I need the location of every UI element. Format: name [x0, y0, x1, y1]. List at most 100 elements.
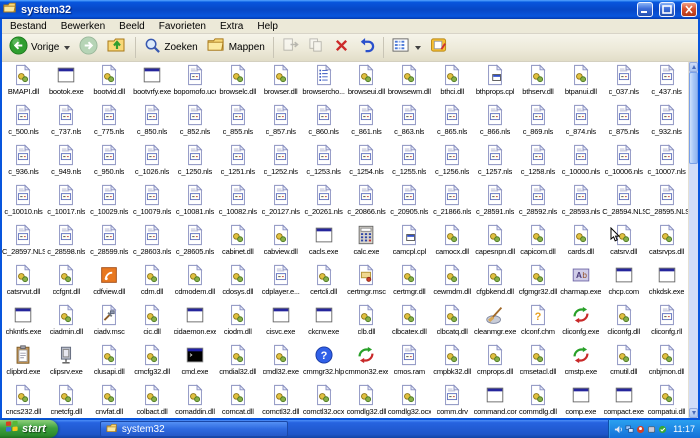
file-item[interactable]: c_1254.nls — [345, 142, 388, 182]
file-item[interactable]: cncs232.dll — [2, 382, 45, 418]
file-item[interactable]: camocx.dll — [431, 222, 474, 262]
file-item[interactable]: colbact.dll — [131, 382, 174, 418]
file-item[interactable]: calc.exe — [345, 222, 388, 262]
file-item[interactable]: c_20261.nls — [302, 182, 345, 222]
file-item[interactable]: comctl32.dll — [259, 382, 302, 418]
file-item[interactable]: bopomofo.uce — [174, 62, 216, 102]
file-item[interactable]: cdmodem.dll — [174, 262, 217, 302]
file-item[interactable]: cacls.exe — [302, 222, 345, 262]
file-item[interactable]: cisvc.exe — [259, 302, 302, 342]
file-item[interactable]: c_1258.nls — [517, 142, 560, 182]
file-item[interactable]: catsrvut.dll — [2, 262, 45, 302]
file-item[interactable]: chkntfs.exe — [2, 302, 45, 342]
file-item[interactable]: cidaemon.exe — [174, 302, 216, 342]
vertical-scrollbar[interactable] — [688, 62, 698, 418]
file-item[interactable]: bootok.exe — [45, 62, 88, 102]
delete-button[interactable] — [330, 36, 353, 60]
file-item[interactable]: cfgbkend.dll — [474, 262, 517, 302]
file-item[interactable]: cliconfg.rll — [645, 302, 688, 342]
file-item[interactable]: chcp.com — [602, 262, 645, 302]
folder-sync-button[interactable] — [426, 36, 452, 60]
file-item[interactable]: c_10000.nls — [559, 142, 602, 182]
file-item[interactable]: ciadv.msc — [88, 302, 131, 342]
file-item[interactable]: chkdsk.exe — [645, 262, 688, 302]
scroll-down-arrow[interactable] — [689, 408, 698, 418]
tray-update-shield-icon[interactable] — [658, 425, 667, 434]
tray-volume-icon[interactable] — [614, 425, 623, 434]
file-item[interactable]: catsrvps.dll — [645, 222, 688, 262]
search-button[interactable]: Zoeken — [140, 36, 201, 60]
file-item[interactable]: browselc.dll — [216, 62, 259, 102]
file-item[interactable]: ccfgnt.dll — [45, 262, 88, 302]
file-item[interactable]: catsrv.dll — [602, 222, 645, 262]
scrollbar-track[interactable] — [689, 72, 698, 408]
file-item[interactable]: c_852.nls — [174, 102, 217, 142]
file-item[interactable]: browsewm.dll — [388, 62, 431, 102]
tray-messenger-icon[interactable] — [636, 425, 645, 434]
file-item[interactable]: browseui.dll — [345, 62, 388, 102]
file-item[interactable]: bootvid.dll — [88, 62, 131, 102]
file-item[interactable]: browser.dll — [259, 62, 302, 102]
file-item[interactable]: c_20127.nls — [259, 182, 302, 222]
file-item[interactable]: c_1252.nls — [259, 142, 302, 182]
file-item[interactable]: BMAPI.dll — [2, 62, 45, 102]
menu-extra[interactable]: Extra — [213, 19, 250, 34]
file-item[interactable]: certmgr.msc — [345, 262, 388, 302]
file-item[interactable]: compact.exe — [602, 382, 645, 418]
file-item[interactable]: clbcatq.dll — [431, 302, 474, 342]
file-item[interactable]: cabinet.dll — [216, 222, 259, 262]
file-item[interactable]: c_28599.nls — [88, 222, 131, 262]
file-item[interactable]: cards.dll — [559, 222, 602, 262]
menu-help[interactable]: Help — [250, 19, 285, 34]
menu-bewerken[interactable]: Bewerken — [54, 19, 112, 34]
file-item[interactable]: c_28592.nls — [517, 182, 560, 222]
file-item[interactable]: command.com — [474, 382, 517, 418]
back-button[interactable]: Vorige — [5, 35, 74, 60]
file-item[interactable]: bthci.dll — [431, 62, 474, 102]
file-item[interactable]: c_869.nls — [517, 102, 560, 142]
menu-bestand[interactable]: Bestand — [3, 19, 54, 34]
file-item[interactable]: ? clconf.chm — [517, 302, 560, 342]
file-item[interactable]: c_28591.nls — [474, 182, 517, 222]
file-item[interactable]: c_861.nls — [345, 102, 388, 142]
file-item[interactable]: c_875.nls — [602, 102, 645, 142]
file-item[interactable]: c_1026.nls — [131, 142, 174, 182]
minimize-button[interactable] — [637, 2, 653, 17]
file-item[interactable]: clusapi.dll — [88, 342, 131, 382]
file-item[interactable]: c_28605.nls — [174, 222, 217, 262]
file-item[interactable]: cdosys.dll — [216, 262, 259, 302]
file-item[interactable]: commdlg.dll — [517, 382, 560, 418]
file-item[interactable]: c_437.nls — [645, 62, 688, 102]
file-item[interactable]: c_10010.nls — [2, 182, 45, 222]
file-item[interactable]: c_21866.nls — [431, 182, 474, 222]
file-item[interactable]: c_10006.nls — [602, 142, 645, 182]
file-item[interactable]: cmcfg32.dll — [131, 342, 174, 382]
file-item[interactable]: c_1253.nls — [302, 142, 345, 182]
file-item[interactable]: c_950.nls — [88, 142, 131, 182]
folders-button[interactable]: Mappen — [203, 36, 269, 60]
close-button[interactable] — [681, 2, 697, 17]
file-item[interactable]: c_866.nls — [474, 102, 517, 142]
file-item[interactable]: Ab charmap.exe — [559, 262, 602, 302]
file-item[interactable]: ciodm.dll — [216, 302, 259, 342]
file-item[interactable]: c_10082.nls — [216, 182, 259, 222]
file-item[interactable]: c_1251.nls — [216, 142, 259, 182]
file-item[interactable]: c_1256.nls — [431, 142, 474, 182]
file-item[interactable]: clipbrd.exe — [2, 342, 45, 382]
file-item[interactable]: cnvfat.dll — [88, 382, 131, 418]
file-item[interactable]: c_10017.nls — [45, 182, 88, 222]
file-item[interactable]: C_28594.NLS — [602, 182, 645, 222]
file-item[interactable]: c_20905.nls — [388, 182, 431, 222]
file-item[interactable]: c_855.nls — [216, 102, 259, 142]
file-item[interactable]: c_865.nls — [431, 102, 474, 142]
file-item[interactable]: cmmon32.exe — [345, 342, 388, 382]
file-item[interactable]: c_857.nls — [259, 102, 302, 142]
file-item[interactable]: c_737.nls — [45, 102, 88, 142]
file-item[interactable]: cmutil.dll — [602, 342, 645, 382]
file-item[interactable]: ciadmin.dll — [45, 302, 88, 342]
file-item[interactable]: c_949.nls — [45, 142, 88, 182]
tray-network-icon[interactable] — [625, 425, 634, 434]
file-item[interactable]: cmd.exe — [174, 342, 217, 382]
file-item[interactable]: cewmdm.dll — [431, 262, 474, 302]
file-item[interactable]: c_28593.nls — [559, 182, 602, 222]
